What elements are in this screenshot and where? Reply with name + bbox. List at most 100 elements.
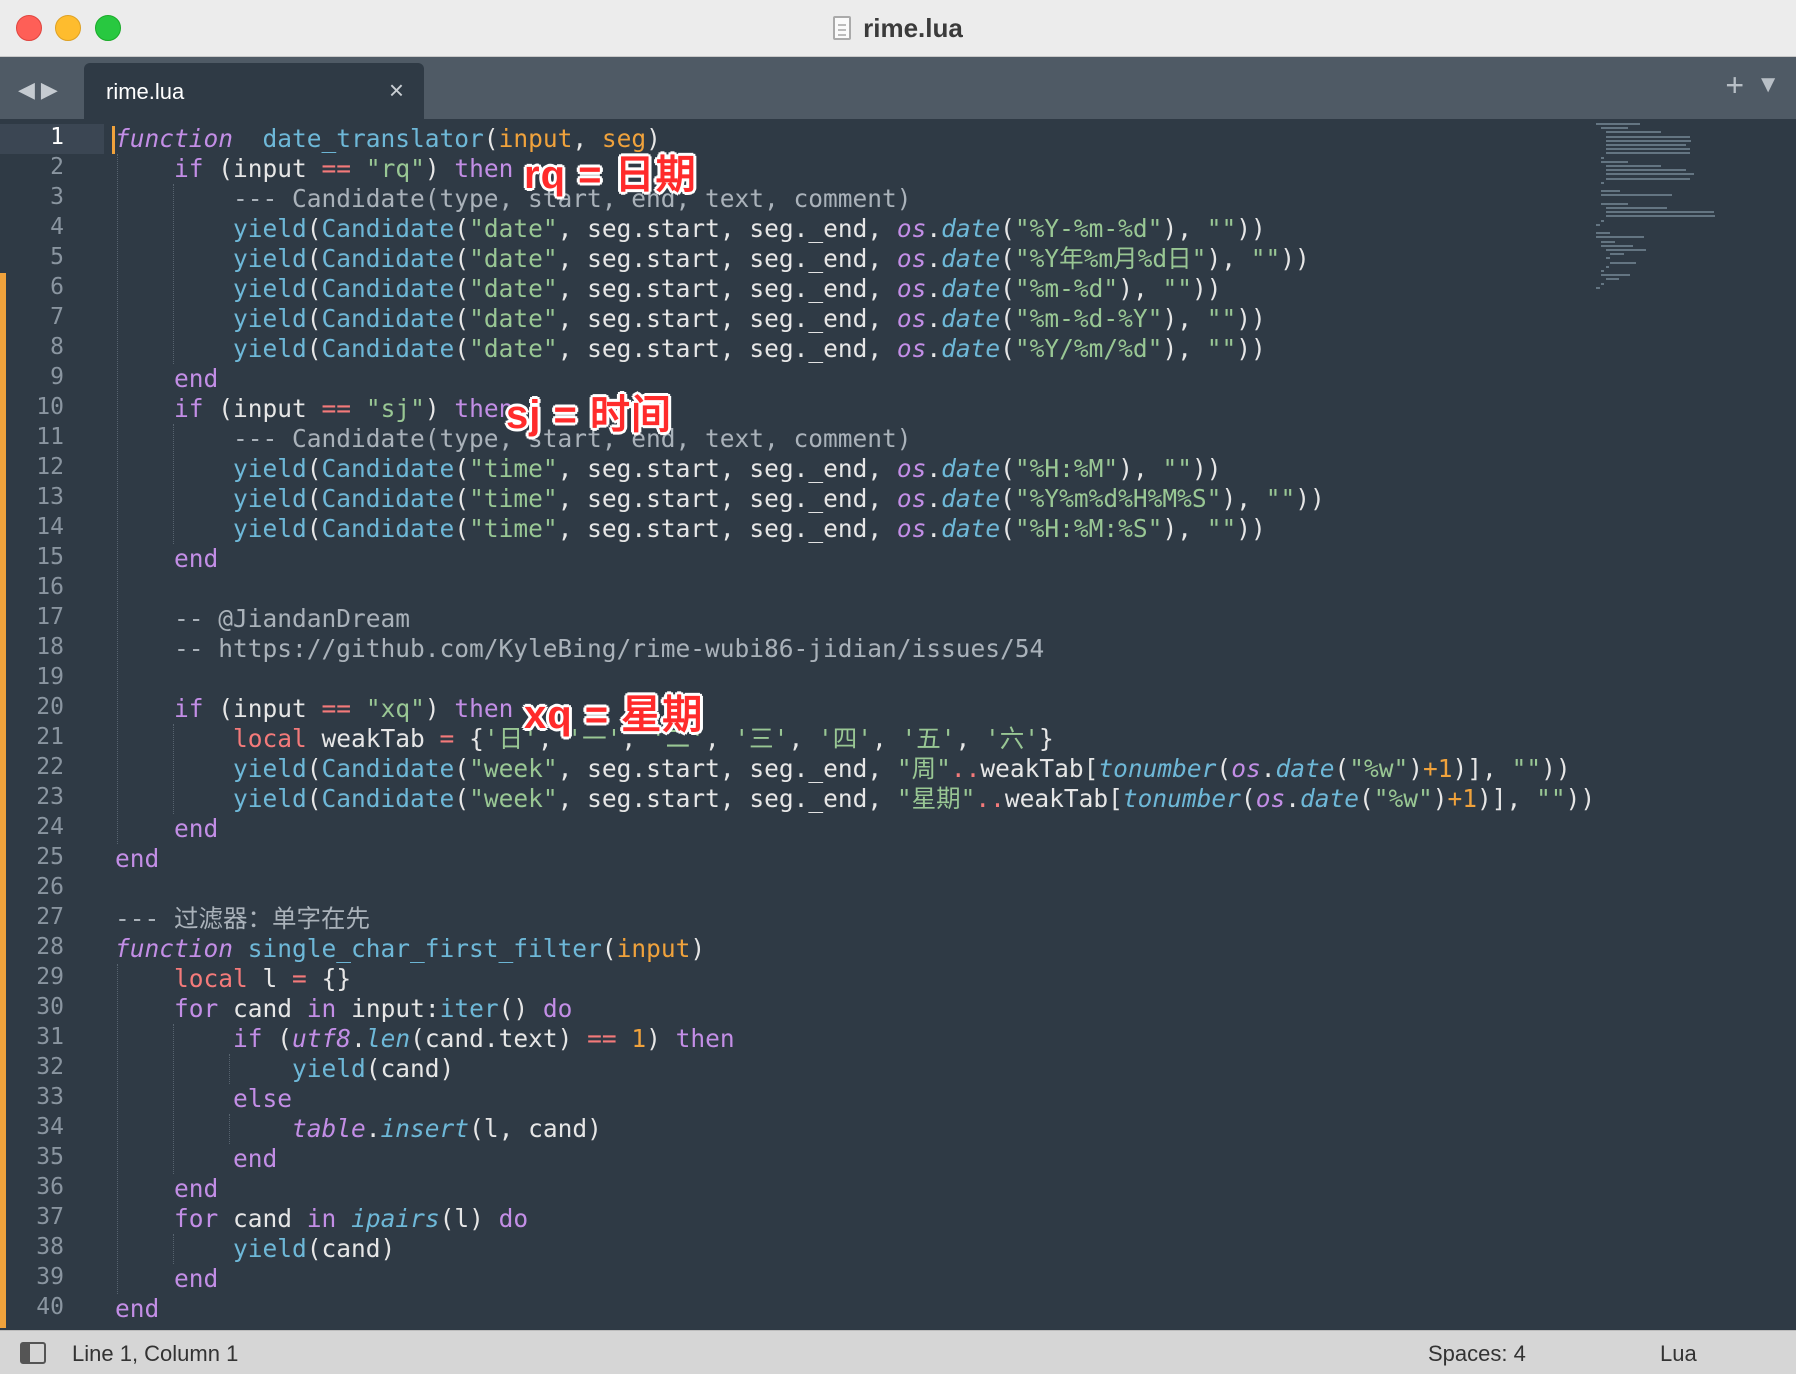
code-token: os (896, 304, 927, 333)
code-token: ), (1206, 244, 1251, 273)
back-arrow-icon[interactable]: ◀ (18, 77, 35, 103)
code-token: "date" (469, 334, 558, 363)
code-token: "%Y%m%d%H%M%S" (1014, 484, 1222, 513)
close-tab-icon[interactable]: × (389, 75, 404, 106)
code-token: yield (233, 454, 307, 483)
code-token: ( (454, 274, 470, 303)
code-token: )], (1477, 784, 1537, 813)
minimap-line (1605, 278, 1619, 281)
code-line: end (115, 1174, 218, 1204)
indent-guide (173, 1234, 175, 1264)
code-token: "week" (469, 784, 558, 813)
code-token: "" (1206, 334, 1237, 363)
syntax-mode[interactable]: Lua (1660, 1341, 1697, 1367)
line-number: 38 (36, 1234, 64, 1260)
code-token: '六' (985, 724, 1040, 753)
status-bar: Line 1, Column 1 Spaces: 4 Lua (0, 1330, 1796, 1374)
minimap-line (1605, 177, 1690, 180)
code-token: , seg.start, seg._end, (557, 304, 897, 333)
code-token: yield (233, 334, 307, 363)
code-token: "date" (469, 214, 558, 243)
text-cursor (112, 126, 115, 154)
code-line: yield(cand) (115, 1234, 395, 1264)
line-number: 34 (36, 1114, 64, 1140)
code-token: ), (1118, 454, 1163, 483)
code-token: "" (1250, 244, 1281, 273)
cursor-position[interactable]: Line 1, Column 1 (72, 1341, 238, 1367)
code-token: (cand.text) (410, 1024, 588, 1053)
code-token: utf8 (292, 1024, 352, 1053)
code-token: . (926, 454, 942, 483)
code-token: tonumber (1098, 754, 1217, 783)
code-token: "time" (469, 484, 558, 513)
line-number: 30 (36, 994, 64, 1020)
code-token: )], (1452, 754, 1512, 783)
code-token: ( (1000, 484, 1015, 513)
code-token: date (941, 274, 1001, 303)
code-token: ( (306, 754, 322, 783)
code-token: then (454, 394, 514, 423)
code-token: ) (1408, 754, 1424, 783)
minimap[interactable] (1596, 123, 1786, 293)
code-token: ( (306, 274, 322, 303)
code-token: { (454, 724, 484, 753)
tab-menu-icon[interactable]: ▼ (1756, 71, 1780, 99)
code-token: ( (1000, 454, 1015, 483)
code-token: ( (454, 514, 470, 543)
code-token: os (896, 244, 927, 273)
line-number: 14 (36, 514, 64, 540)
code-line: yield(Candidate("date", seg.start, seg._… (115, 214, 1266, 244)
code-token: "%Y/%m/%d" (1014, 334, 1163, 363)
code-token: single_char_first_filter (247, 934, 602, 963)
code-token: Candidate (321, 754, 455, 783)
code-token: ), (1162, 214, 1207, 243)
code-token: ( (454, 484, 470, 513)
code-token: (l) (439, 1204, 499, 1233)
code-line: end (115, 544, 218, 574)
code-token: then (454, 694, 514, 723)
code-token: ), (1162, 514, 1207, 543)
line-number: 4 (50, 214, 64, 240)
minimap-line (1605, 249, 1647, 251)
minimap-line (1600, 181, 1605, 184)
tab-rime-lua[interactable]: rime.lua × (84, 63, 424, 119)
code-token: "" (1511, 754, 1542, 783)
indentation-setting[interactable]: Spaces: 4 (1428, 1341, 1526, 1367)
code-token: . (351, 1024, 366, 1053)
code-token: ), (1162, 334, 1207, 363)
code-token: ) (424, 394, 455, 423)
code-token: . (926, 334, 942, 363)
code-token: , seg.start, seg._end, (557, 784, 897, 813)
code-token: cand (218, 1204, 307, 1233)
line-number: 21 (36, 724, 64, 750)
forward-arrow-icon[interactable]: ▶ (41, 77, 58, 103)
code-token: "" (1206, 514, 1237, 543)
line-number: 18 (36, 634, 64, 660)
code-token: '五' (901, 724, 956, 753)
sidebar-toggle-icon[interactable] (20, 1342, 46, 1364)
title-bar: rime.lua (0, 0, 1796, 57)
code-token: end (174, 544, 219, 573)
code-token: } (1039, 724, 1054, 753)
minimap-line (1600, 219, 1605, 222)
code-token: "%Y年%m月%d日" (1014, 244, 1207, 273)
line-number: 3 (50, 184, 64, 210)
code-token: Candidate (321, 484, 455, 513)
code-token: ( (1334, 754, 1350, 783)
indent-guide (117, 964, 119, 1294)
minimap-line (1605, 131, 1661, 134)
new-tab-icon[interactable]: + (1725, 67, 1744, 104)
code-token: "" (1206, 304, 1237, 333)
code-token: == (321, 154, 352, 183)
code-token: if (233, 1024, 263, 1053)
code-token: weakTab[ (1004, 784, 1123, 813)
code-token: table (292, 1114, 366, 1143)
code-line: --- Candidate(type, start, end, text, co… (115, 184, 912, 214)
minimap-line (1600, 160, 1629, 163)
code-token: l (247, 964, 293, 993)
minimap-line (1605, 173, 1695, 176)
